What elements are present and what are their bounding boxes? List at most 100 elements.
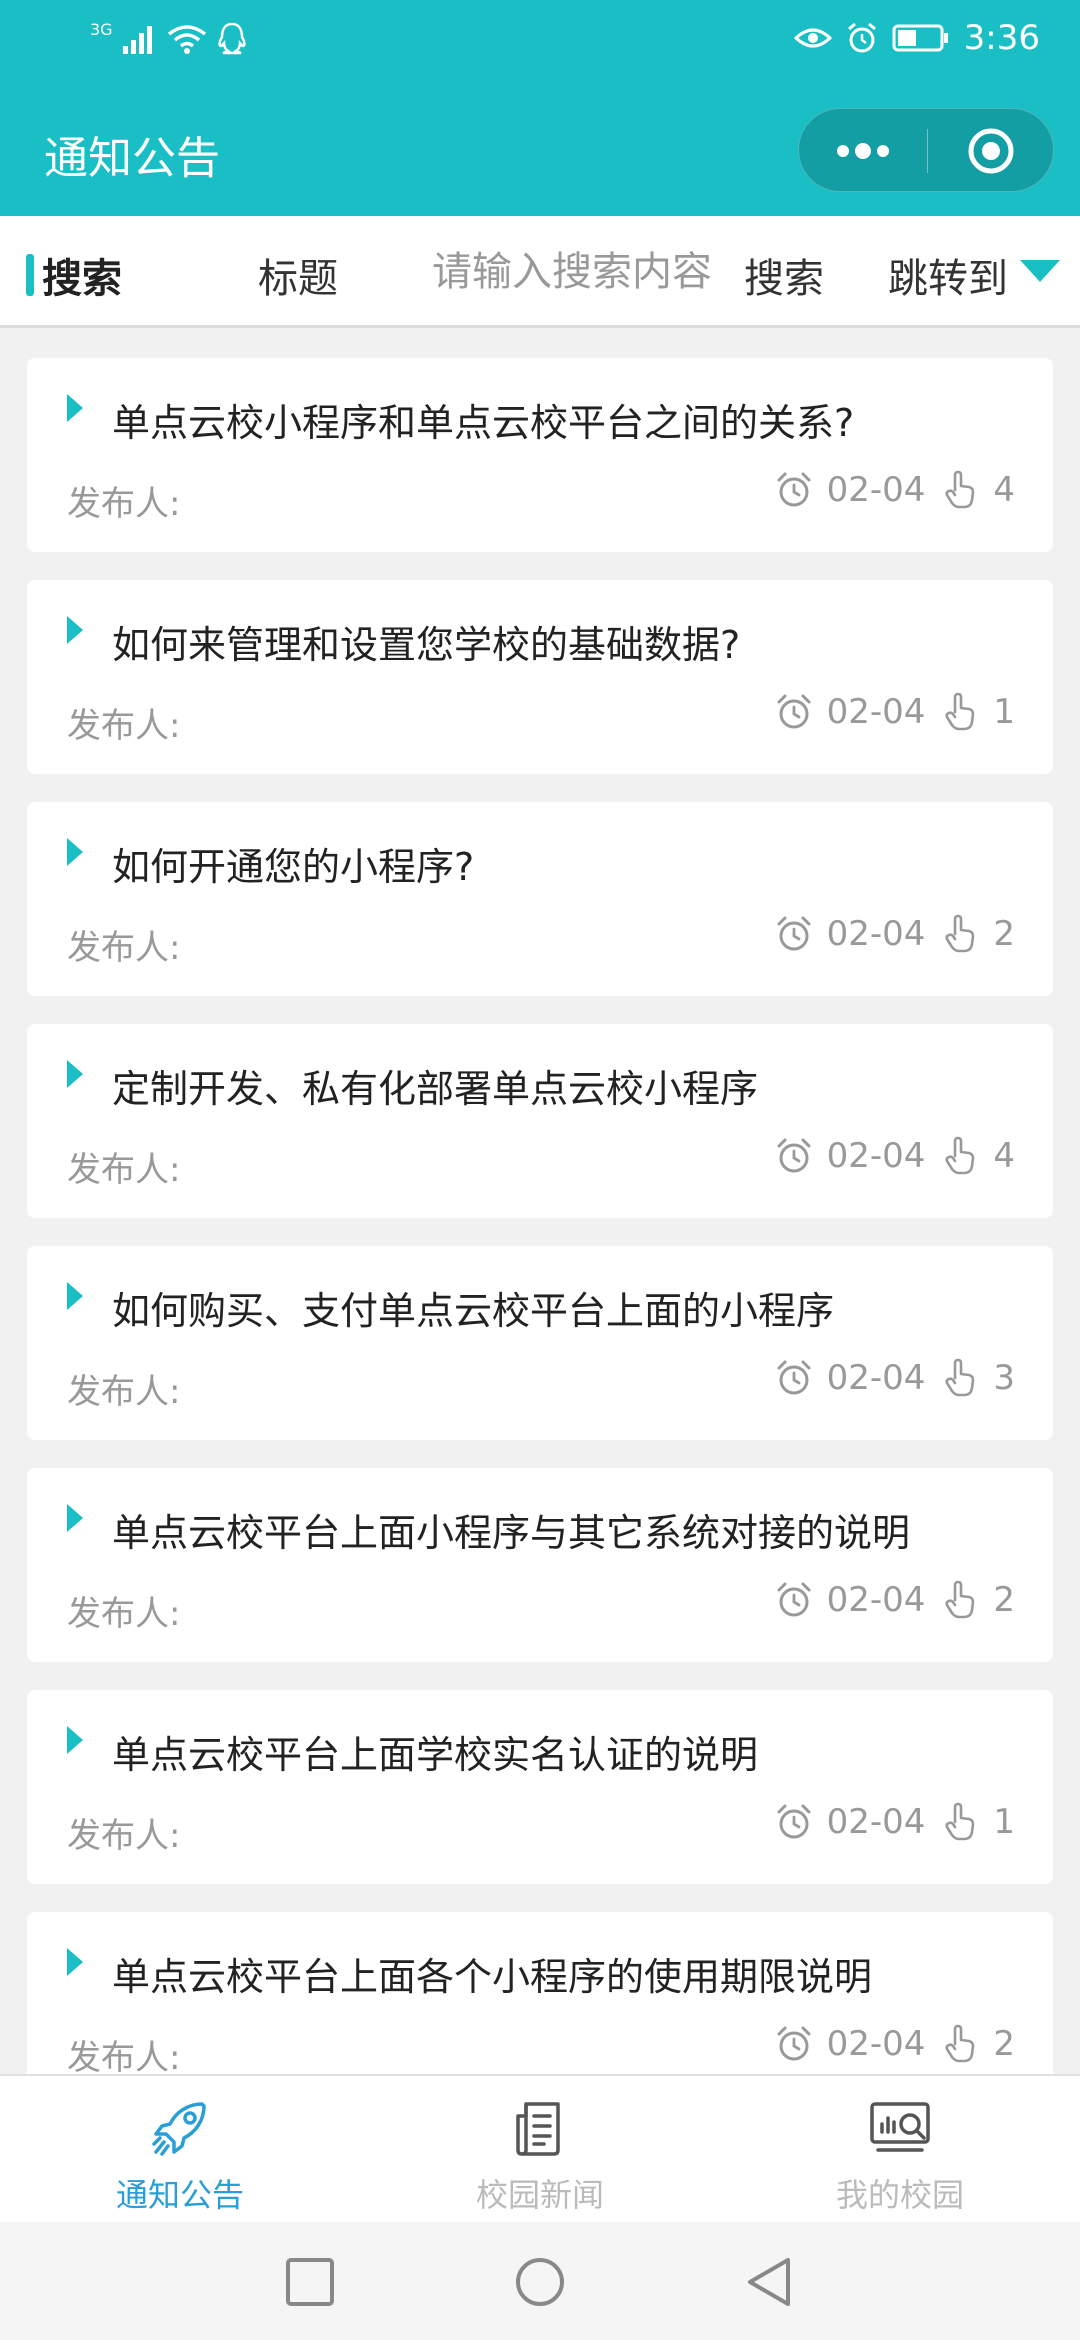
notice-view-count: 4	[993, 1136, 1015, 1176]
campus-monitor-icon	[870, 2102, 930, 2152]
notice-card[interactable]: 单点云校平台上面各个小程序的使用期限说明 发布人: 02-04 2	[27, 1912, 1053, 2074]
tap-hand-icon	[945, 914, 975, 953]
rocket-icon	[152, 2102, 206, 2156]
miniprogram-capsule	[798, 108, 1054, 192]
notice-meta: 02-04 1	[775, 692, 1015, 732]
search-field-selector[interactable]: 标题	[258, 246, 338, 304]
notice-title: 单点云校平台上面学校实名认证的说明	[112, 1733, 759, 1777]
tap-hand-icon	[945, 1136, 975, 1175]
network-type: 3G	[90, 19, 113, 39]
back-triangle-icon[interactable]	[744, 2256, 796, 2308]
notice-date: 02-04	[826, 1358, 926, 1398]
newspaper-icon	[516, 2102, 560, 2156]
notice-title: 如何购买、支付单点云校平台上面的小程序	[112, 1289, 835, 1333]
notice-date: 02-04	[826, 1136, 926, 1176]
notice-author-label: 发布人:	[67, 1594, 181, 1634]
notice-card[interactable]: 单点云校平台上面小程序与其它系统对接的说明发布人: 02-04 2	[27, 1468, 1053, 1662]
tap-hand-icon	[945, 692, 975, 731]
notice-meta: 02-04 2	[775, 914, 1015, 954]
caret-down-icon	[1020, 260, 1060, 282]
alarm-clock-icon	[777, 1138, 811, 1173]
bullet-triangle-icon	[67, 1282, 83, 1310]
bullet-triangle-icon	[67, 838, 83, 866]
bullet-triangle-icon	[67, 1504, 83, 1532]
notice-card[interactable]: 定制开发、私有化部署单点云校小程序发布人: 02-04 4	[27, 1024, 1053, 1218]
notice-date: 02-04	[826, 692, 926, 732]
search-button[interactable]: 搜索	[744, 246, 824, 304]
notice-date: 02-04	[826, 914, 926, 954]
system-nav-bar	[0, 2222, 1080, 2340]
jump-to-button[interactable]: 跳转到	[888, 246, 1060, 304]
bullet-triangle-icon	[67, 1060, 83, 1088]
notice-card[interactable]: 单点云校平台上面学校实名认证的说明发布人: 02-04 1	[27, 1690, 1053, 1884]
notice-title: 单点云校平台上面各个小程序的使用期限说明	[112, 1955, 873, 1999]
notice-view-count: 2	[993, 2024, 1015, 2064]
tap-hand-icon	[945, 1580, 975, 1619]
notice-meta: 02-04 3	[775, 1358, 1015, 1398]
eye-icon	[793, 28, 832, 48]
home-circle-icon[interactable]	[514, 2256, 566, 2308]
tap-hand-icon	[945, 2024, 975, 2063]
notice-author-label: 发布人:	[67, 1372, 181, 1412]
notice-meta: 02-04 1	[775, 1802, 1015, 1842]
jump-to-label: 跳转到	[888, 256, 1008, 302]
notice-card[interactable]: 如何购买、支付单点云校平台上面的小程序发布人: 02-04 3	[27, 1246, 1053, 1440]
wifi-icon	[167, 25, 206, 54]
notice-view-count: 2	[993, 1580, 1015, 1620]
notice-meta: 02-04 2	[775, 2024, 1015, 2064]
status-bar: 3G 3:36	[0, 0, 1080, 84]
alarm-clock-icon	[777, 1582, 811, 1617]
qq-icon	[217, 22, 246, 55]
notice-title: 如何开通您的小程序?	[112, 845, 475, 889]
notice-card[interactable]: 如何开通您的小程序? 发布人: 02-04 2	[27, 802, 1053, 996]
tap-hand-icon	[945, 1802, 975, 1841]
notice-date: 02-04	[826, 470, 926, 510]
notice-view-count: 4	[993, 470, 1015, 510]
tab-news[interactable]: 校园新闻	[360, 2076, 720, 2224]
notice-date: 02-04	[826, 1580, 926, 1620]
more-menu-button[interactable]	[799, 109, 927, 193]
notice-author-label: 发布人:	[67, 928, 181, 968]
notice-list: 单点云校小程序和单点云校平台之间的关系? 发布人: 02-04 4 如何来管理和设置您学…	[27, 358, 1053, 2074]
notice-meta: 02-04 2	[775, 1580, 1015, 1620]
notice-view-count: 1	[993, 1802, 1015, 1842]
search-bar: 搜索 标题 搜索 跳转到	[0, 216, 1080, 328]
tab-my-campus-label: 我的校园	[835, 2176, 964, 2214]
alarm-icon	[847, 22, 876, 53]
notice-title: 定制开发、私有化部署单点云校小程序	[112, 1067, 759, 1111]
notice-title: 单点云校平台上面小程序与其它系统对接的说明	[112, 1511, 911, 1555]
notice-view-count: 2	[993, 914, 1015, 954]
tap-hand-icon	[945, 1358, 975, 1397]
search-accent-bar	[26, 254, 34, 296]
notice-date: 02-04	[826, 2024, 926, 2064]
search-label: 搜索	[42, 256, 122, 302]
notice-author-label: 发布人:	[67, 1816, 181, 1856]
tab-my-campus[interactable]: 我的校园	[720, 2076, 1080, 2224]
battery-icon	[892, 24, 948, 52]
signal-icon	[122, 26, 152, 54]
alarm-clock-icon	[777, 916, 811, 951]
search-input[interactable]	[432, 240, 712, 304]
recents-square-icon[interactable]	[284, 2256, 336, 2308]
notice-card[interactable]: 单点云校小程序和单点云校平台之间的关系? 发布人: 02-04 4	[27, 358, 1053, 552]
target-close-icon	[968, 128, 1014, 174]
notice-card[interactable]: 如何来管理和设置您学校的基础数据? 发布人: 02-04 1	[27, 580, 1053, 774]
bullet-triangle-icon	[67, 394, 83, 422]
status-right: 3:36	[793, 18, 1040, 58]
tab-notices-label: 通知公告	[115, 2176, 244, 2214]
notice-title: 单点云校小程序和单点云校平台之间的关系?	[112, 401, 855, 445]
alarm-clock-icon	[777, 694, 811, 729]
notice-author-label: 发布人:	[67, 1150, 181, 1190]
alarm-clock-icon	[777, 1804, 811, 1839]
bullet-triangle-icon	[67, 616, 83, 644]
notice-author-label: 发布人:	[67, 706, 181, 746]
notice-meta: 02-04 4	[775, 470, 1015, 510]
notice-meta: 02-04 4	[775, 1136, 1015, 1176]
nav-bar: 通知公告	[0, 84, 1080, 216]
close-miniprogram-button[interactable]	[927, 109, 1055, 193]
tap-hand-icon	[945, 470, 975, 509]
bullet-triangle-icon	[67, 1726, 83, 1754]
notice-date: 02-04	[826, 1802, 926, 1842]
tab-news-label: 校园新闻	[475, 2176, 604, 2214]
tab-notices[interactable]: 通知公告	[0, 2076, 360, 2224]
